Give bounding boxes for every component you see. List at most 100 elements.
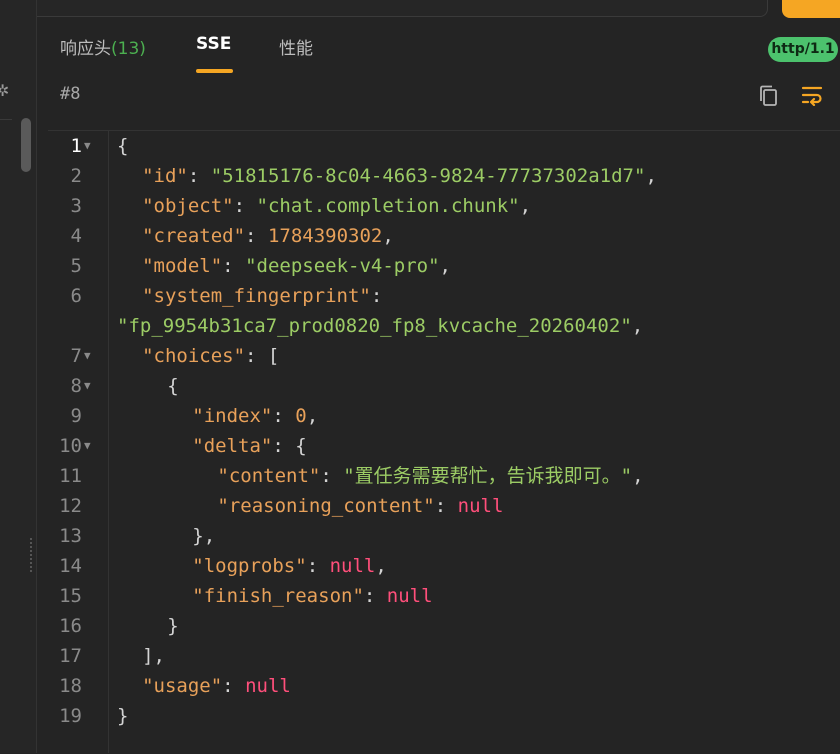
code-line: 11 "content": "置任务需要帮忙，告诉我即可。", xyxy=(48,461,840,491)
code-content: "delta": { xyxy=(192,431,306,461)
code-token: : xyxy=(245,225,268,247)
tab-headers[interactable]: 响应头(13) xyxy=(60,34,146,59)
code-token: , xyxy=(645,165,657,187)
code-token: null xyxy=(457,495,504,517)
code-content: "index": 0, xyxy=(192,401,318,431)
code-line: 15 "finish_reason": null xyxy=(48,581,840,611)
code-line: 13}, xyxy=(48,521,840,551)
code-token: "system_fingerprint" xyxy=(142,285,371,307)
code-token: "fp_9954b31ca7_prod0820_fp8_kvcache_2026… xyxy=(117,315,632,337)
code-line: 19} xyxy=(48,701,840,731)
code-token: "content" xyxy=(217,465,321,487)
fold-toggle-icon[interactable]: ▼ xyxy=(84,371,91,401)
code-token: : xyxy=(222,255,246,277)
scrollbar-thumb[interactable] xyxy=(21,118,31,172)
line-number: 19 xyxy=(59,705,82,727)
line-number: 15 xyxy=(59,585,82,607)
line-number: 12 xyxy=(59,495,82,517)
code-token: "id" xyxy=(142,165,188,187)
code-line: 9 "index": 0, xyxy=(48,401,840,431)
code-token: 1784390302 xyxy=(267,225,383,247)
code-content: } xyxy=(167,611,178,641)
protocol-badge: http/1.1 xyxy=(768,37,838,62)
code-token: { xyxy=(117,135,129,157)
code-line: 2 "id": "51815176-8c04-4663-9824-77737302… xyxy=(48,161,840,191)
code-token: "created" xyxy=(142,225,246,247)
tab-sse[interactable]: SSE xyxy=(196,34,231,54)
divider xyxy=(0,119,12,120)
code-content: "object": "chat.completion.chunk", xyxy=(142,191,531,221)
tab-headers-count: (13) xyxy=(111,39,146,59)
word-wrap-icon[interactable] xyxy=(800,84,824,106)
tab-headers-label: 响应头 xyxy=(60,39,111,59)
code-token: , xyxy=(519,195,532,217)
gear-icon[interactable]: ✲ xyxy=(0,81,9,100)
code-token: } xyxy=(117,705,129,727)
code-token: "51815176-8c04-4663-9824-77737302a1d7" xyxy=(210,165,646,187)
code-token: null xyxy=(386,585,433,607)
code-line: 1 ▼ { xyxy=(48,131,840,161)
code-token: : xyxy=(363,585,387,607)
code-token: "usage" xyxy=(142,675,223,697)
code-token: "deepseek-v4-pro" xyxy=(245,255,440,277)
code-content: "model": "deepseek-v4-pro", xyxy=(142,251,451,281)
code-line: 16} xyxy=(48,611,840,641)
code-token: "index" xyxy=(192,405,273,427)
code-line: 10 ▼ "delta": { xyxy=(48,431,840,461)
code-line: 7 ▼ "choices": [ xyxy=(48,341,840,371)
gutter-divider xyxy=(108,130,109,753)
resize-handle[interactable] xyxy=(30,538,36,572)
line-number: 8 xyxy=(70,375,82,397)
code-token: : [ xyxy=(245,345,280,367)
code-token: , xyxy=(439,255,451,277)
fold-toggle-icon[interactable]: ▼ xyxy=(84,131,91,161)
code-token: , xyxy=(306,405,319,427)
line-number: 16 xyxy=(59,615,82,637)
code-line: 8 ▼ { xyxy=(48,371,840,401)
line-number: 9 xyxy=(70,405,82,427)
code-content: } xyxy=(117,701,128,731)
code-content: }, xyxy=(192,521,215,551)
tab-performance[interactable]: 性能 xyxy=(279,34,313,59)
code-line: 4 "created": 1784390302, xyxy=(48,221,840,251)
code-line: "fp_9954b31ca7_prod0820_fp8_kvcache_2026… xyxy=(48,311,840,341)
code-line: 18 "usage": null xyxy=(48,671,840,701)
code-line: 3 "object": "chat.completion.chunk", xyxy=(48,191,840,221)
line-number: 7 xyxy=(70,345,82,367)
code-token: "reasoning_content" xyxy=(217,495,435,517)
code-content: "finish_reason": null xyxy=(192,581,432,611)
code-token: { xyxy=(167,375,179,397)
code-editor[interactable]: 1 ▼{2 "id": "51815176-8c04-4663-9824-77737… xyxy=(48,130,840,754)
copy-icon[interactable] xyxy=(758,84,780,108)
code-line: 14 "logprobs": null, xyxy=(48,551,840,581)
code-token: , xyxy=(631,315,644,337)
code-content: "choices": [ xyxy=(142,341,279,371)
code-token: }, xyxy=(192,525,216,547)
line-number: 4 xyxy=(70,225,82,247)
code-token: "delta" xyxy=(192,435,273,457)
line-number: 6 xyxy=(70,285,82,307)
left-panel: ✲ xyxy=(0,0,37,753)
code-line: 17], xyxy=(48,641,840,671)
code-token: : xyxy=(187,165,211,187)
line-number: 3 xyxy=(70,195,82,217)
code-content: "fp_9954b31ca7_prod0820_fp8_kvcache_2026… xyxy=(117,311,643,341)
code-token: "logprobs" xyxy=(192,555,307,577)
code-line: 5 "model": "deepseek-v4-pro", xyxy=(48,251,840,281)
fold-toggle-icon[interactable]: ▼ xyxy=(84,341,91,371)
code-content: { xyxy=(167,371,178,401)
code-token: ], xyxy=(142,645,165,667)
code-content: { xyxy=(117,131,128,161)
code-token: : xyxy=(272,405,296,427)
code-content: "id": "51815176-8c04-4663-9824-77737302a… xyxy=(142,161,657,191)
code-token: : xyxy=(434,495,458,517)
code-token: } xyxy=(167,615,179,637)
url-input-bar[interactable] xyxy=(0,0,768,17)
code-token: null xyxy=(329,555,376,577)
fold-toggle-icon[interactable]: ▼ xyxy=(84,431,91,461)
code-token: : { xyxy=(272,435,307,457)
send-button[interactable] xyxy=(782,0,840,18)
line-number: 10 xyxy=(59,435,82,457)
code-token: : xyxy=(320,465,344,487)
line-number: 11 xyxy=(59,465,82,487)
